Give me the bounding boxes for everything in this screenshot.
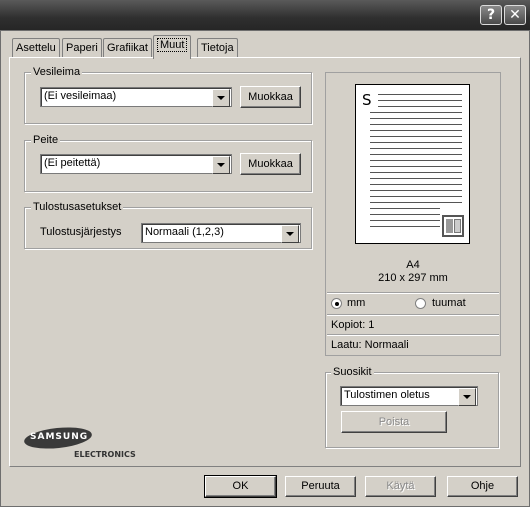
delete-favorite-button[interactable]: Poista <box>341 411 447 433</box>
overlay-select[interactable]: (Ei peitettä) <box>40 154 232 174</box>
paper-name: A4 <box>406 259 420 271</box>
tab-muut[interactable]: Muut <box>153 35 192 59</box>
watermark-edit-button[interactable]: Muokkaa <box>240 86 301 108</box>
tab-asettelu[interactable]: Asettelu <box>12 38 60 58</box>
favorites-select-value: Tulostimen oletus <box>344 389 430 401</box>
help-icon[interactable]: ? <box>480 5 502 25</box>
quality-info: Laatu: Normaali <box>331 339 409 351</box>
ok-button[interactable]: OK <box>204 475 277 498</box>
overlay-edit-button[interactable]: Muokkaa <box>240 153 301 175</box>
close-icon[interactable]: ✕ <box>504 5 526 25</box>
preview-divider <box>327 334 499 335</box>
help-button[interactable]: Ohje <box>447 476 518 497</box>
overlay-select-value: (Ei peitettä) <box>44 157 101 169</box>
logo-brand: SAMSUNG <box>30 432 89 442</box>
preview-divider <box>327 314 499 315</box>
page-letter: S <box>362 91 372 109</box>
overlay-legend: Peite <box>31 134 61 146</box>
title-bar <box>0 0 530 30</box>
chevron-down-icon[interactable] <box>212 89 230 107</box>
favorites-group <box>325 372 499 448</box>
chevron-down-icon[interactable] <box>281 225 299 243</box>
favorites-legend: Suosikit <box>331 366 374 378</box>
watermark-select-value: (Ei vesileimaa) <box>44 90 117 102</box>
logo-sub: ELECTRONICS <box>74 450 136 459</box>
chevron-down-icon[interactable] <box>212 156 230 174</box>
copies-info: Kopiot: 1 <box>331 319 375 331</box>
unit-mm-label: mm <box>347 297 366 309</box>
print-order-select[interactable]: Normaali (1,2,3) <box>141 223 301 243</box>
page-preview: S <box>355 84 470 244</box>
cancel-button[interactable]: Peruuta <box>285 476 356 497</box>
unit-inch-label: tuumat <box>432 297 466 309</box>
unit-inch-radio[interactable] <box>415 298 426 309</box>
output-legend: Tulostusasetukset <box>31 201 124 213</box>
tab-paperi[interactable]: Paperi <box>62 38 102 58</box>
unit-mm-radio[interactable] <box>331 298 342 309</box>
favorites-select[interactable]: Tulostimen oletus <box>340 386 478 406</box>
preview-divider <box>327 292 499 293</box>
watermark-select[interactable]: (Ei vesileimaa) <box>40 87 232 107</box>
tab-grafiikat[interactable]: Grafiikat <box>103 38 152 58</box>
chevron-down-icon[interactable] <box>458 388 476 406</box>
watermark-legend: Vesileima <box>31 66 83 78</box>
paper-size: 210 x 297 mm <box>378 272 448 284</box>
print-order-value: Normaali (1,2,3) <box>145 226 224 238</box>
tab-tietoja[interactable]: Tietoja <box>197 38 238 58</box>
overlay-icon <box>442 215 464 237</box>
print-order-label: Tulostusjärjestys <box>40 226 122 238</box>
apply-button[interactable]: Käytä <box>365 476 436 497</box>
